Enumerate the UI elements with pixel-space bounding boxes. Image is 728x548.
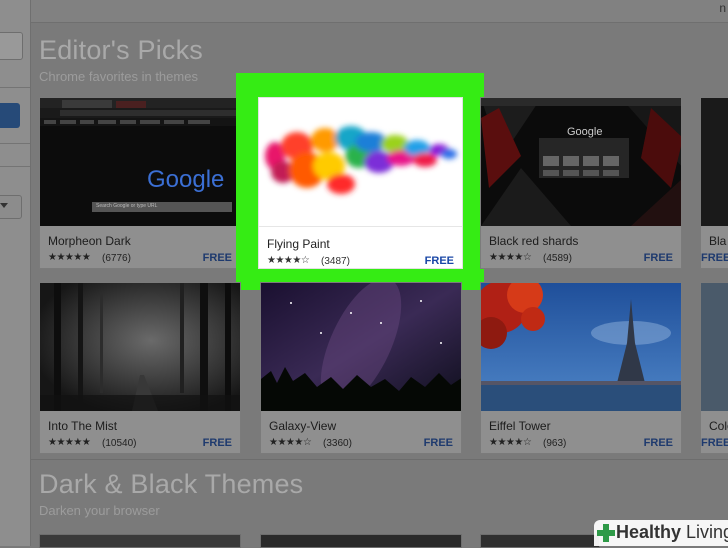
cross-logo-icon xyxy=(597,523,615,548)
rating-count: (6776) xyxy=(102,253,131,264)
theme-name[interactable]: Morpheon Dark xyxy=(48,234,131,248)
theme-name[interactable]: Into The Mist xyxy=(48,419,117,433)
top-bar: n xyxy=(31,0,728,23)
section-divider xyxy=(31,459,728,460)
thumb-search-placeholder: Search Google or type URL xyxy=(96,203,158,209)
price-label: FREE xyxy=(202,252,232,264)
theme-thumbnail: Google xyxy=(481,98,681,226)
theme-card-morpheon-dark[interactable]: Google Search Google or type URL Morpheo… xyxy=(39,97,241,269)
thumb-google-logo: Google xyxy=(567,126,603,138)
theme-thumbnail xyxy=(701,98,728,226)
rating-count: (963) xyxy=(543,438,567,449)
watermark: Healthy Living xyxy=(594,520,728,546)
theme-card-flying-paint[interactable]: Flying Paint ★★★★☆ (3487) FREE xyxy=(258,97,463,269)
star-icon: ★★★★☆ xyxy=(269,437,312,448)
theme-thumbnail xyxy=(261,283,461,411)
rating-count: (3487) xyxy=(321,256,350,267)
price-label: FREE xyxy=(701,437,728,449)
section-title-editors-picks: Editor's Picks xyxy=(39,35,203,65)
theme-thumbnail xyxy=(481,283,681,411)
theme-name[interactable]: Eiffel Tower xyxy=(489,419,551,433)
theme-name[interactable]: Black red shards xyxy=(489,234,578,248)
section-subtitle-dark-black-themes: Darken your browser xyxy=(39,503,160,518)
theme-name[interactable]: Bla xyxy=(709,234,726,248)
star-icon: ★★★★★ xyxy=(48,437,91,448)
section-subtitle-editors-picks: Chrome favorites in themes xyxy=(39,69,198,84)
theme-card-partial[interactable]: Colo FREE xyxy=(700,282,728,454)
dropdown-arrow-icon xyxy=(0,203,8,208)
theme-thumbnail xyxy=(701,283,728,411)
theme-name[interactable]: Galaxy-View xyxy=(269,419,336,433)
sidebar-search-input[interactable] xyxy=(0,32,23,60)
watermark-text: Healthy Living xyxy=(616,522,728,543)
star-icon: ★★★★★ xyxy=(48,252,91,263)
price-label: FREE xyxy=(643,252,673,264)
theme-card-partial[interactable]: Bla FREE xyxy=(700,97,728,269)
star-icon: ★★★★☆ xyxy=(489,252,532,263)
rating-count: (4589) xyxy=(543,253,572,264)
theme-thumbnail xyxy=(259,98,462,227)
theme-card-eiffel-tower[interactable]: Eiffel Tower ★★★★☆ (963) FREE xyxy=(480,282,682,454)
theme-name[interactable]: Flying Paint xyxy=(267,237,330,251)
sidebar-divider xyxy=(0,143,30,144)
watermark-brand-bold: Healthy xyxy=(616,522,682,542)
sidebar-divider xyxy=(0,166,30,167)
star-icon: ★★★★☆ xyxy=(267,255,310,266)
price-label: FREE xyxy=(423,437,453,449)
left-sidebar xyxy=(0,0,31,546)
rating-count: (3360) xyxy=(323,438,352,449)
rating-count: (10540) xyxy=(102,438,137,449)
thumb-google-logo: Google xyxy=(147,166,225,193)
top-right-text[interactable]: n xyxy=(719,1,726,15)
theme-name[interactable]: Colo xyxy=(709,419,728,433)
price-label: FREE xyxy=(701,252,728,264)
theme-card-black-red-shards[interactable]: Google Black red shards ★★★★☆ (4589) FRE… xyxy=(480,97,682,269)
star-icon: ★★★★☆ xyxy=(489,437,532,448)
sidebar-rating-select[interactable] xyxy=(0,195,22,219)
theme-thumbnail xyxy=(40,283,240,411)
sidebar-button[interactable] xyxy=(0,103,20,128)
price-label: FREE xyxy=(202,437,232,449)
price-label: FREE xyxy=(424,255,454,267)
theme-card-into-the-mist[interactable]: Into The Mist ★★★★★ (10540) FREE xyxy=(39,282,241,454)
section-title-dark-black-themes: Dark & Black Themes xyxy=(39,469,304,499)
price-label: FREE xyxy=(643,437,673,449)
watermark-brand-light: Living xyxy=(681,522,728,542)
theme-thumbnail: Google Search Google or type URL xyxy=(40,98,240,226)
theme-card-galaxy-view[interactable]: Galaxy-View ★★★★☆ (3360) FREE xyxy=(260,282,462,454)
sidebar-divider xyxy=(0,87,30,88)
